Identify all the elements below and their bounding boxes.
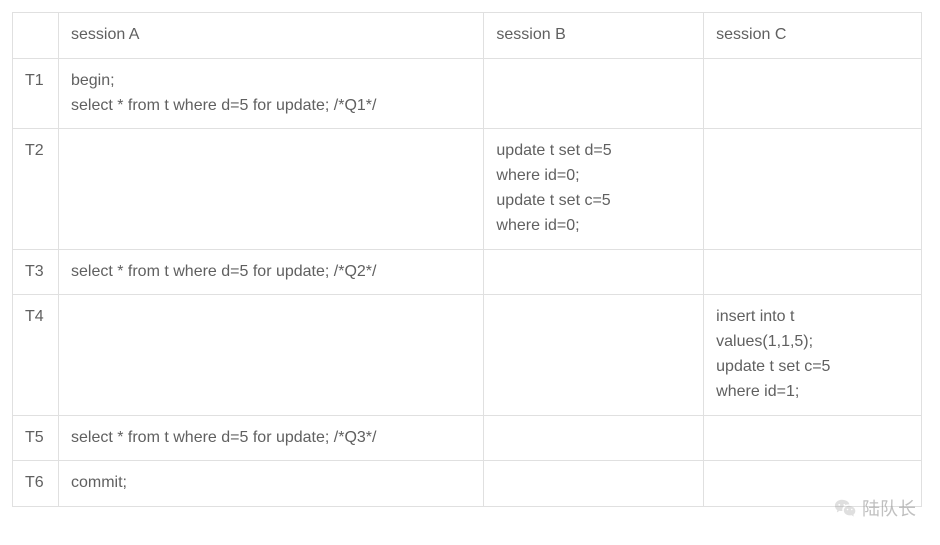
- session-b-cell: [484, 58, 704, 129]
- table-row: T3 select * from t where d=5 for update; …: [13, 249, 922, 295]
- session-b-cell: [484, 295, 704, 415]
- sql-line: update t set d=5: [496, 139, 691, 164]
- table-row: T6 commit;: [13, 461, 922, 507]
- sql-line: where id=0;: [496, 214, 691, 239]
- sql-line: select * from t where d=5 for update; /*…: [71, 94, 471, 119]
- session-c-cell: [704, 58, 922, 129]
- time-cell: T1: [13, 58, 59, 129]
- session-b-cell: [484, 461, 704, 507]
- sql-line: values(1,1,5);: [716, 330, 909, 355]
- session-a-cell: commit;: [58, 461, 483, 507]
- sql-session-table: session A session B session C T1begin;se…: [12, 12, 922, 507]
- session-a-cell: select * from t where d=5 for update; /*…: [58, 415, 483, 461]
- sql-line: begin;: [71, 69, 471, 94]
- session-c-cell: [704, 415, 922, 461]
- sql-line: where id=1;: [716, 380, 909, 405]
- sql-line: where id=0;: [496, 164, 691, 189]
- session-c-cell: [704, 129, 922, 249]
- session-c-cell: [704, 461, 922, 507]
- session-b-cell: [484, 415, 704, 461]
- session-c-cell: insert into tvalues(1,1,5);update t set …: [704, 295, 922, 415]
- session-a-cell: begin;select * from t where d=5 for upda…: [58, 58, 483, 129]
- time-cell: T5: [13, 415, 59, 461]
- table-row: T4 insert into tvalues(1,1,5);update t se…: [13, 295, 922, 415]
- time-cell: T4: [13, 295, 59, 415]
- sql-line: select * from t where d=5 for update; /*…: [71, 426, 471, 451]
- table-header-row: session A session B session C: [13, 13, 922, 59]
- table-row: T5 select * from t where d=5 for update; …: [13, 415, 922, 461]
- header-session-c: session C: [704, 13, 922, 59]
- sql-line: update t set c=5: [496, 189, 691, 214]
- table-row: T2update t set d=5where id=0;update t se…: [13, 129, 922, 249]
- sql-line: update t set c=5: [716, 355, 909, 380]
- table-body: T1begin;select * from t where d=5 for up…: [13, 58, 922, 506]
- session-a-cell: select * from t where d=5 for update; /*…: [58, 249, 483, 295]
- header-time: [13, 13, 59, 59]
- session-b-cell: update t set d=5where id=0;update t set …: [484, 129, 704, 249]
- session-a-cell: [58, 295, 483, 415]
- table-row: T1begin;select * from t where d=5 for up…: [13, 58, 922, 129]
- sql-line: select * from t where d=5 for update; /*…: [71, 260, 471, 285]
- session-b-cell: [484, 249, 704, 295]
- header-session-a: session A: [58, 13, 483, 59]
- time-cell: T3: [13, 249, 59, 295]
- session-a-cell: [58, 129, 483, 249]
- session-c-cell: [704, 249, 922, 295]
- sql-line: commit;: [71, 471, 471, 496]
- header-session-b: session B: [484, 13, 704, 59]
- sql-line: insert into t: [716, 305, 909, 330]
- time-cell: T6: [13, 461, 59, 507]
- time-cell: T2: [13, 129, 59, 249]
